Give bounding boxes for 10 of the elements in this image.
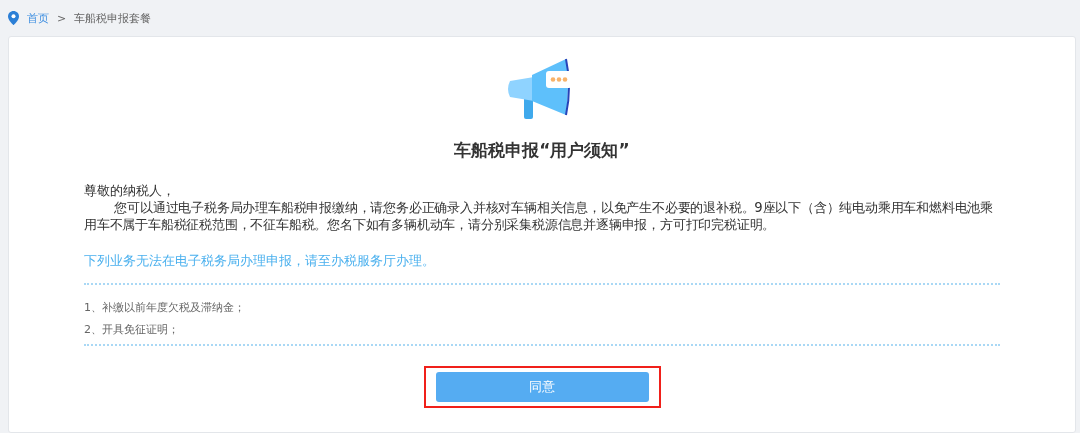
- notice-paragraph: 您可以通过电子税务局办理车船税申报缴纳，请您务必正确录入并核对车辆相关信息，以免产生不必要的退补税。9座以下（含）纯电动乘用车和燃料电池乘用车不属于车船税征税范围，不征车船税。您名下如有多辆机动车，请分别采集税源信息并逐辆申报，方可打印完税证明。: [84, 199, 994, 233]
- notice-title: 车船税申报“用户须知”: [454, 139, 630, 162]
- agree-button[interactable]: 同意: [435, 372, 649, 402]
- business-item: 1、补缴以前年度欠税及滞纳金；: [84, 300, 246, 316]
- hint-text: 下列业务无法在电子税务局办理申报，请至办税服务厅办理。: [84, 252, 436, 269]
- breadcrumb-link[interactable]: 首页: [27, 10, 49, 26]
- greeting-text: 尊敬的纳税人，: [84, 182, 176, 199]
- breadcrumb-separator: >: [57, 11, 67, 25]
- breadcrumb-current: 车船税申报套餐: [74, 10, 152, 26]
- business-item: 2、开具免征证明；: [84, 322, 180, 338]
